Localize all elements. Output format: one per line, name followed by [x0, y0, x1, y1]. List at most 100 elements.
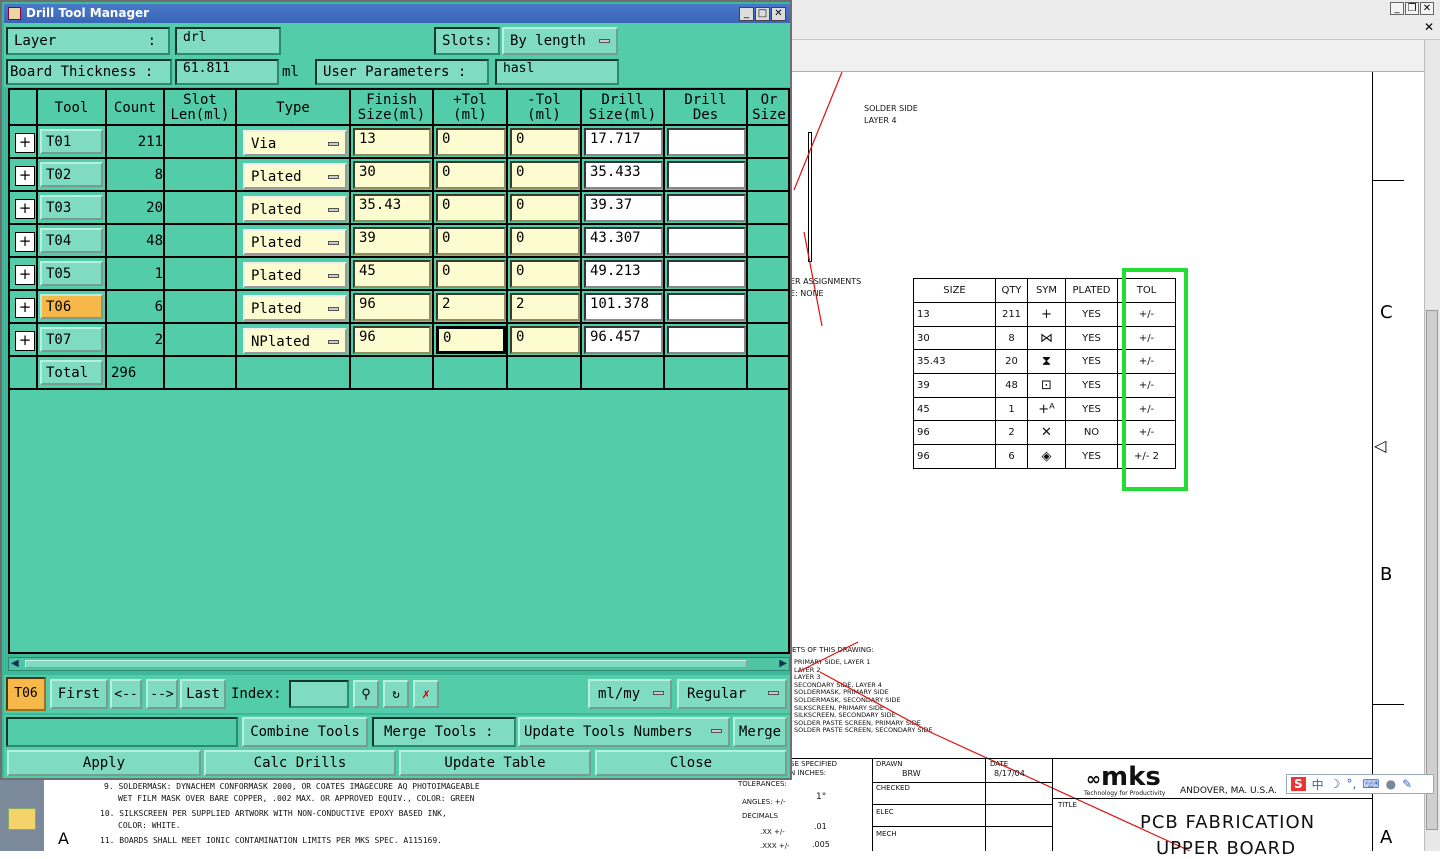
drill-size-input[interactable]: 39.37: [584, 194, 663, 222]
drill-size-input[interactable]: 35.433: [584, 161, 663, 189]
tool-button[interactable]: T02: [40, 162, 103, 187]
dialog-title-bar[interactable]: Drill Tool Manager: [4, 4, 790, 23]
last-button[interactable]: Last: [180, 679, 226, 709]
minus-tol-input[interactable]: 0: [510, 161, 580, 189]
dialog-maximize-button[interactable]: □: [755, 7, 770, 21]
minus-tol-input[interactable]: 0: [510, 194, 580, 222]
ime-user-icon[interactable]: ●: [1386, 777, 1396, 791]
tool-button[interactable]: T05: [40, 261, 103, 286]
finish-size-input[interactable]: 30: [353, 161, 431, 189]
chat-icon[interactable]: [8, 808, 36, 830]
slots-dropdown[interactable]: By length: [502, 27, 618, 55]
ime-keyboard-icon[interactable]: ⌨: [1362, 777, 1379, 791]
drill-des-input[interactable]: [667, 194, 746, 222]
drill-size-input[interactable]: 49.213: [584, 260, 663, 288]
drill-chart-sym-cell: ⧗: [1027, 349, 1066, 375]
plus-tol-input[interactable]: 2: [436, 293, 506, 321]
tool-button[interactable]: T07: [40, 327, 103, 352]
drill-des-input[interactable]: [667, 128, 746, 156]
dialog-minimize-button[interactable]: _: [739, 7, 754, 21]
drill-size-input[interactable]: 17.717: [584, 128, 663, 156]
plus-tol-input[interactable]: 0: [436, 161, 506, 189]
plus-tol-input[interactable]: 0: [436, 260, 506, 288]
combine-tools-button[interactable]: Combine Tools: [242, 717, 368, 747]
ime-moon-icon[interactable]: ☽: [1330, 777, 1341, 791]
expand-row-icon[interactable]: +: [15, 265, 35, 285]
plus-tol-input[interactable]: 0: [436, 227, 506, 255]
horizontal-scrollbar[interactable]: ◀ ▶: [8, 657, 790, 671]
tool-button[interactable]: T04: [40, 228, 103, 253]
expand-row-icon[interactable]: +: [15, 133, 35, 153]
scroll-left-icon[interactable]: ◀: [11, 658, 19, 670]
app-close-button[interactable]: ✕: [1420, 2, 1434, 15]
apply-button[interactable]: Apply: [7, 750, 201, 776]
ime-chinese-icon[interactable]: 中: [1312, 776, 1324, 793]
finish-size-input[interactable]: 39: [353, 227, 431, 255]
type-dropdown[interactable]: Plated: [243, 295, 347, 321]
finish-size-input[interactable]: 13: [353, 128, 431, 156]
type-dropdown[interactable]: Plated: [243, 163, 347, 189]
drill-des-input[interactable]: [667, 260, 746, 288]
merge-button[interactable]: Merge: [733, 717, 787, 747]
minus-tol-input[interactable]: 2: [510, 293, 580, 321]
type-dropdown[interactable]: Plated: [243, 196, 347, 222]
ime-logo-icon[interactable]: S: [1291, 777, 1306, 791]
plus-tol-input[interactable]: 0: [436, 128, 506, 156]
expand-row-icon[interactable]: +: [15, 298, 35, 318]
scrollbar-thumb-h[interactable]: [25, 660, 747, 668]
drill-des-input[interactable]: [667, 293, 746, 321]
type-dropdown[interactable]: Plated: [243, 262, 347, 288]
tool-button[interactable]: T01: [40, 129, 103, 154]
expand-row-icon[interactable]: +: [15, 199, 35, 219]
type-dropdown[interactable]: Plated: [243, 229, 347, 255]
drill-des-input[interactable]: [667, 227, 746, 255]
next-button[interactable]: -->: [146, 679, 178, 709]
ime-toolbar[interactable]: S 中 ☽ °, ⌨ ● ✎: [1286, 774, 1434, 794]
tool-button[interactable]: T06: [40, 294, 103, 319]
drill-des-input[interactable]: [667, 161, 746, 189]
plus-tol-input[interactable]: 0: [436, 194, 506, 222]
expand-row-icon[interactable]: +: [15, 232, 35, 252]
tool-button[interactable]: T03: [40, 195, 103, 220]
minus-tol-input[interactable]: 0: [510, 227, 580, 255]
update-table-button[interactable]: Update Table: [399, 750, 591, 776]
search-tool-icon[interactable]: ⚲: [353, 680, 379, 708]
ime-punct-icon[interactable]: °,: [1346, 777, 1356, 791]
first-button[interactable]: First: [50, 679, 108, 709]
finish-size-input[interactable]: 96: [353, 326, 431, 354]
minus-tol-input[interactable]: 0: [510, 326, 580, 354]
type-dropdown[interactable]: NPlated: [243, 328, 347, 354]
finish-size-input[interactable]: 35.43: [353, 194, 431, 222]
expand-row-icon[interactable]: +: [15, 166, 35, 186]
calc-drills-button[interactable]: Calc Drills: [204, 750, 396, 776]
plus-tol-input[interactable]: 0: [436, 326, 506, 354]
restore-button[interactable]: ❐: [1405, 2, 1419, 15]
user-parameters-input[interactable]: hasl: [495, 59, 619, 85]
finish-size-input[interactable]: 96: [353, 293, 431, 321]
expand-row-icon[interactable]: +: [15, 331, 35, 351]
mode-dropdown[interactable]: Regular: [677, 679, 787, 709]
finish-size-input[interactable]: 45: [353, 260, 431, 288]
close-button[interactable]: Close: [595, 750, 787, 776]
drill-size-input[interactable]: 101.378: [584, 293, 663, 321]
document-close-icon[interactable]: ✕: [1424, 20, 1434, 34]
ime-wrench-icon[interactable]: ✎: [1402, 777, 1412, 791]
refresh-icon[interactable]: ↻: [383, 680, 409, 708]
board-thickness-input[interactable]: 61.811: [175, 59, 279, 85]
drill-size-input[interactable]: 43.307: [584, 227, 663, 255]
drill-des-input[interactable]: [667, 326, 746, 354]
index-input[interactable]: [289, 680, 349, 708]
units-dropdown[interactable]: ml/my: [588, 679, 672, 709]
prev-button[interactable]: <--: [110, 679, 142, 709]
scroll-right-icon[interactable]: ▶: [779, 658, 787, 670]
minus-tol-input[interactable]: 0: [510, 260, 580, 288]
update-tools-numbers-dropdown[interactable]: Update Tools Numbers: [518, 717, 730, 747]
layer-input[interactable]: drl: [175, 27, 281, 55]
dialog-close-button[interactable]: ✕: [771, 7, 786, 21]
drill-size-input[interactable]: 96.457: [584, 326, 663, 354]
type-dropdown[interactable]: Via: [243, 130, 347, 156]
delete-icon[interactable]: ✗: [413, 680, 439, 708]
minus-tol-input[interactable]: 0: [510, 128, 580, 156]
minimize-button[interactable]: _: [1390, 2, 1404, 15]
scrollbar-thumb[interactable]: [1426, 310, 1438, 830]
